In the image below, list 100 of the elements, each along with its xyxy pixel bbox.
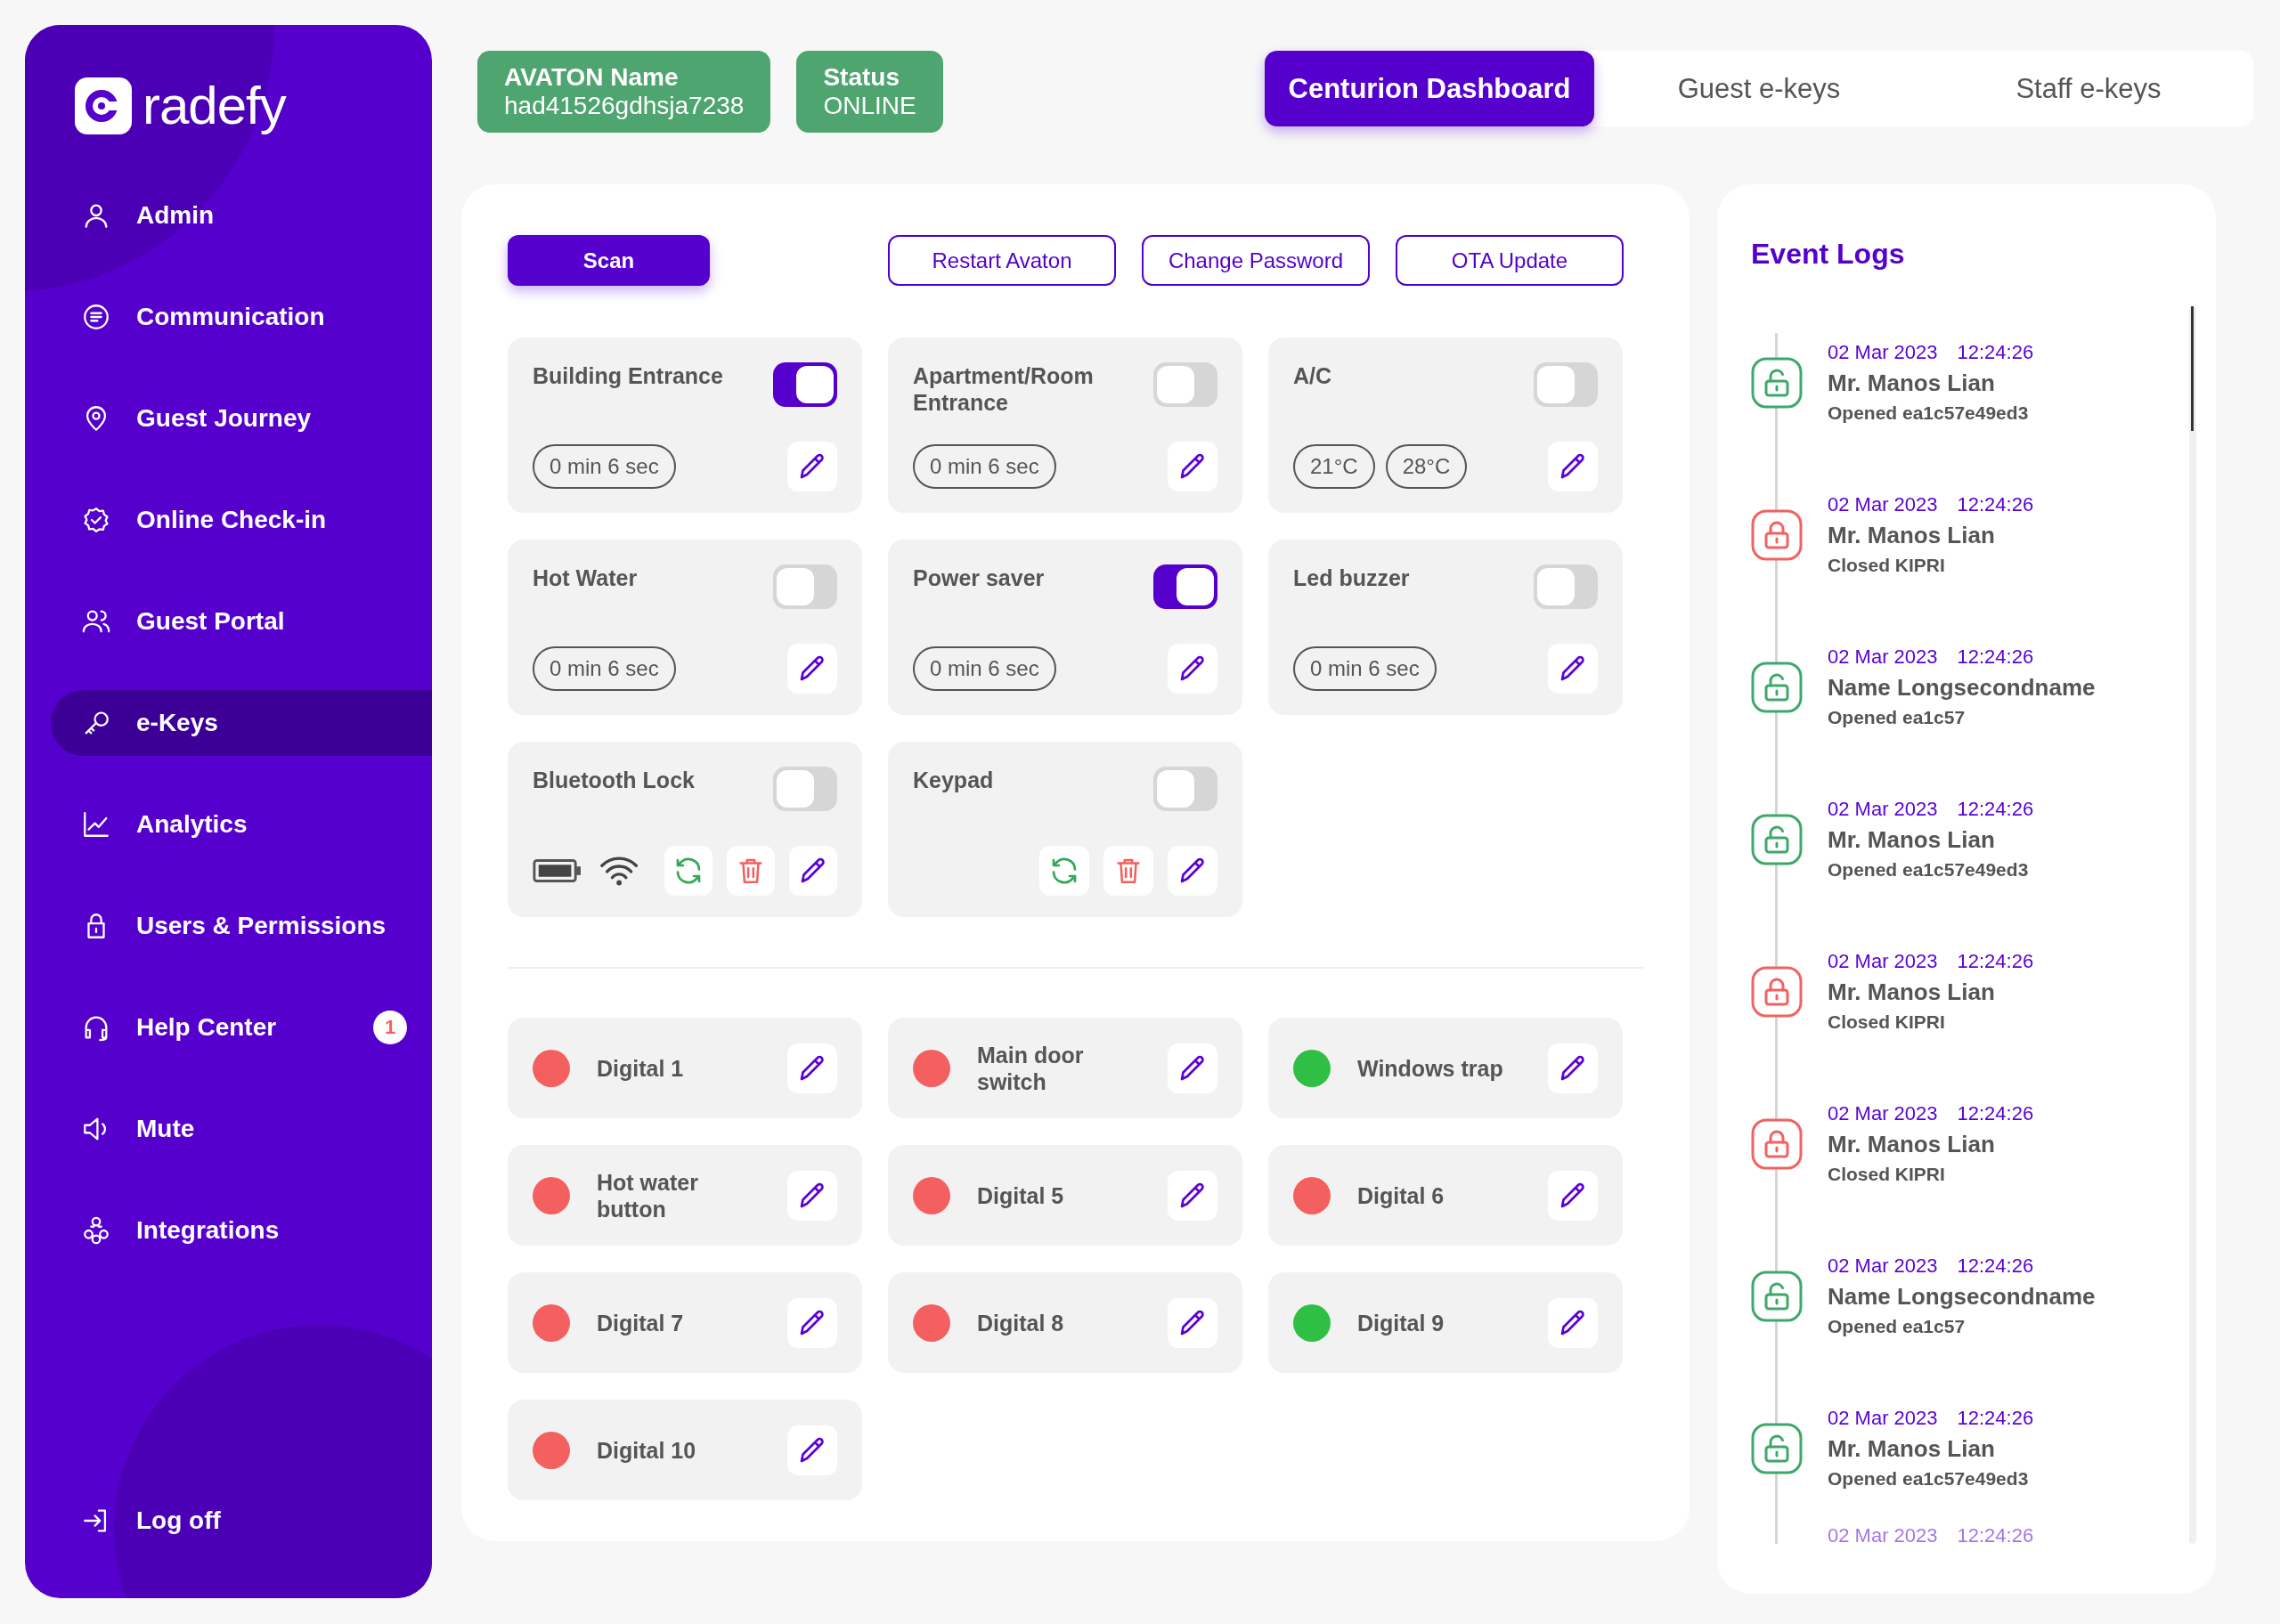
panel-title: Event Logs [1751, 238, 1906, 271]
tab[interactable]: Guest e-keys [1594, 51, 1924, 126]
toggle-switch[interactable] [1153, 362, 1217, 407]
edit-button[interactable] [789, 846, 837, 896]
nav-icon [81, 505, 111, 535]
toggle-switch[interactable] [1153, 564, 1217, 609]
value-chip[interactable]: 0 min 6 sec [533, 444, 676, 489]
event-time: 12:24:26 [1957, 1524, 2034, 1544]
event-user: Mr. Manos Lian [1828, 522, 1996, 549]
event-action: Closed KIPRI [1828, 555, 1946, 576]
refresh-button[interactable] [664, 846, 713, 896]
wifi-icon [598, 855, 640, 887]
edit-button[interactable] [1168, 1297, 1217, 1348]
edit-button[interactable] [1168, 442, 1217, 491]
value-chip[interactable]: 28°C [1385, 444, 1468, 489]
event-time: 12:24:26 [1957, 646, 2034, 669]
event-date: 02 Mar 2023 [1828, 1524, 1938, 1544]
edit-button[interactable] [1548, 644, 1598, 694]
value-chip[interactable]: 0 min 6 sec [1293, 646, 1437, 691]
event-action: Opened ea1c57e49ed3 [1828, 859, 2030, 881]
padlock-icon [1751, 508, 1803, 561]
edit-button[interactable] [787, 1170, 837, 1221]
device-name: Led buzzer [1293, 564, 1410, 591]
nav-item[interactable]: Communication [51, 284, 432, 350]
event-date: 02 Mar 2023 [1828, 341, 1938, 364]
nav-icon [81, 809, 111, 840]
event-action: Closed KIPRI [1828, 1011, 1946, 1033]
unlocked-padlock-icon [1751, 356, 1803, 409]
nav-item[interactable]: Analytics [51, 792, 432, 857]
refresh-button[interactable] [1039, 846, 1089, 896]
action-button[interactable]: Change Password [1142, 235, 1370, 286]
tab[interactable]: Centurion Dashboard [1265, 51, 1594, 126]
unlocked-padlock-icon [1751, 813, 1803, 865]
edit-button[interactable] [1168, 644, 1217, 694]
event-action: Opened ea1c57 [1828, 707, 1966, 728]
edit-button[interactable] [1168, 1170, 1217, 1221]
input-name: Windows trap [1357, 1054, 1504, 1082]
nav-item[interactable]: Help Center 1 [51, 995, 432, 1060]
delete-button[interactable] [727, 846, 776, 896]
event-user: Mr. Manos Lian [1828, 1435, 1996, 1463]
nav-item[interactable]: e-Keys [51, 690, 432, 756]
event-action: Closed KIPRI [1828, 1164, 1946, 1185]
event-user: Mr. Manos Lian [1828, 369, 1996, 397]
unlocked-padlock-icon [1751, 661, 1803, 713]
event-date: 02 Mar 2023 [1828, 493, 1938, 516]
edit-button[interactable] [787, 1425, 837, 1475]
edit-button[interactable] [787, 1043, 837, 1093]
value-chip[interactable]: 0 min 6 sec [533, 646, 676, 691]
action-button[interactable]: Scan [508, 235, 710, 286]
info-value: ONLINE [823, 92, 916, 120]
notification-badge: 1 [373, 1011, 407, 1044]
event-user: Name Longsecondname [1828, 674, 2096, 702]
toggle-switch[interactable] [1534, 362, 1598, 407]
device-name: Power saver [913, 564, 1045, 591]
edit-button[interactable] [1548, 1043, 1598, 1093]
edit-button[interactable] [787, 442, 837, 491]
toggle-switch[interactable] [1153, 767, 1217, 811]
input-name: Digital 7 [597, 1309, 685, 1336]
edit-button[interactable] [1548, 442, 1598, 491]
nav-item[interactable]: Guest Portal [51, 589, 432, 654]
toggle-switch[interactable] [773, 362, 837, 407]
action-button[interactable]: Restart Avaton [888, 235, 1116, 286]
event-date: 02 Mar 2023 [1828, 1102, 1938, 1125]
padlock-icon [1751, 965, 1803, 1018]
toggle-switch[interactable] [1534, 564, 1598, 609]
nav-item[interactable]: Online Check-in [51, 487, 432, 553]
action-button[interactable]: OTA Update [1396, 235, 1624, 286]
value-chip[interactable]: 21°C [1293, 444, 1375, 489]
event-action: Opened ea1c57e49ed3 [1828, 1468, 2030, 1490]
nav-item[interactable]: Admin [51, 183, 432, 248]
info-label: Status [823, 63, 900, 92]
edit-button[interactable] [787, 1297, 837, 1348]
value-chip[interactable]: 0 min 6 sec [913, 646, 1056, 691]
event-action: Opened ea1c57e49ed3 [1828, 402, 2030, 424]
edit-button[interactable] [1548, 1297, 1598, 1348]
edit-button[interactable] [1168, 846, 1217, 896]
nav-icon [81, 302, 111, 332]
nav-item[interactable]: Integrations [51, 1198, 432, 1263]
edit-button[interactable] [1168, 1043, 1217, 1093]
device-name: Building Entrance [533, 362, 723, 389]
event-date: 02 Mar 2023 [1828, 798, 1938, 821]
nav-item[interactable]: Users & Permissions [51, 893, 432, 959]
logoff-item[interactable]: Log off [51, 1488, 432, 1554]
unlocked-padlock-icon [1751, 1422, 1803, 1474]
event-date: 02 Mar 2023 [1828, 950, 1938, 973]
delete-button[interactable] [1103, 846, 1153, 896]
toggle-switch[interactable] [773, 767, 837, 811]
edit-button[interactable] [787, 644, 837, 694]
toggle-switch[interactable] [773, 564, 837, 609]
value-chip[interactable]: 0 min 6 sec [913, 444, 1056, 489]
event-time: 12:24:26 [1957, 1102, 2034, 1125]
nav-item[interactable]: Mute [51, 1096, 432, 1162]
device-name: Hot Water [533, 564, 638, 591]
nav-item[interactable]: Guest Journey [51, 386, 432, 451]
event-time: 12:24:26 [1957, 950, 2034, 973]
event-date: 02 Mar 2023 [1828, 1255, 1938, 1278]
input-name: Main door switch [977, 1041, 1085, 1095]
tab[interactable]: Staff e-keys [1924, 51, 2253, 126]
edit-button[interactable] [1548, 1170, 1598, 1221]
info-value: had41526gdhsja7238 [504, 92, 745, 120]
